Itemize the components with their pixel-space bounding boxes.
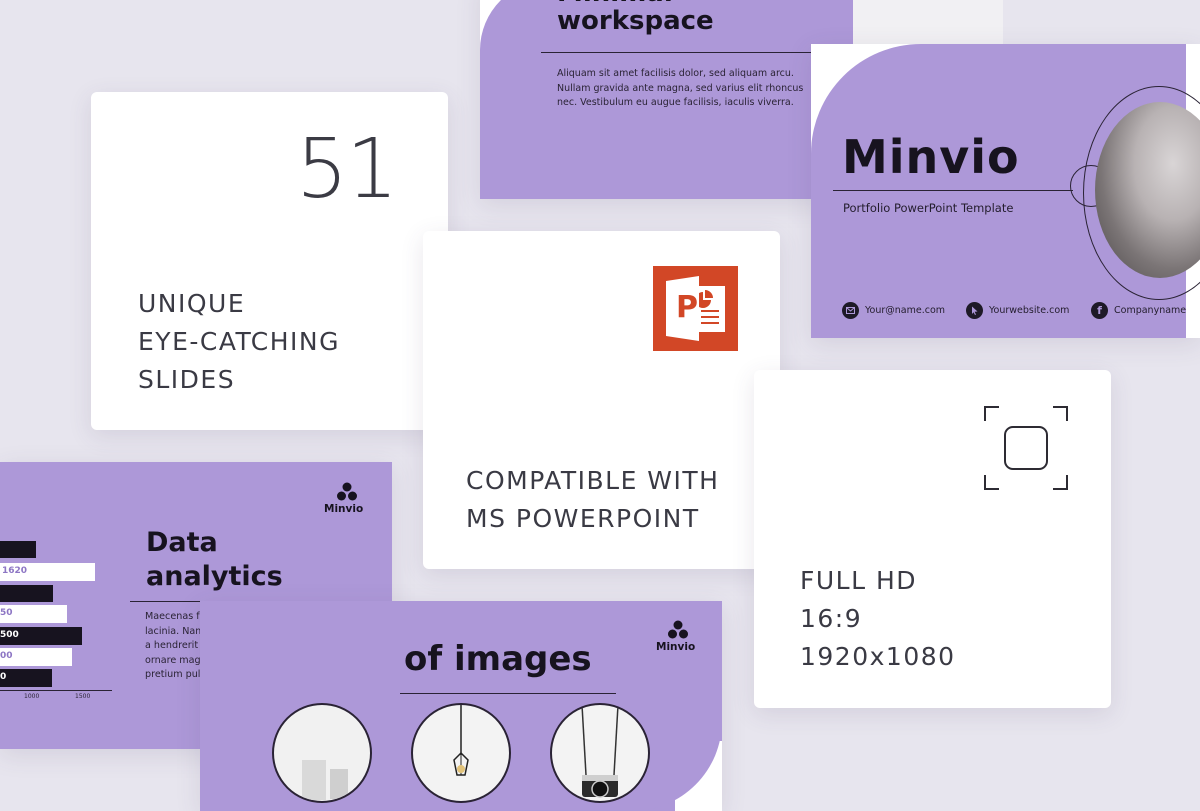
cover-divider (833, 190, 1073, 191)
workspace-divider (541, 52, 853, 53)
images-title: of images (404, 639, 592, 679)
cover-brand: Minvio (842, 130, 1020, 184)
powerpoint-icon-letter: P (676, 290, 698, 325)
letter-blocks-image (330, 769, 348, 799)
bar: 50 (0, 605, 67, 623)
cover-subtitle: Portfolio PowerPoint Template (843, 201, 1014, 215)
image-circle-lamp (411, 703, 511, 803)
slide-count-caption: UNIQUE EYE-CATCHING SLIDES (138, 285, 340, 399)
bar (0, 585, 53, 602)
cover-contact[interactable]: Your@name.com (842, 302, 945, 319)
cover-contact[interactable]: Yourwebsite.com (966, 302, 1069, 319)
caption-line: UNIQUE (138, 289, 246, 318)
workspace-body: Aliquam sit amet facilisis dolor, sed al… (557, 67, 847, 111)
email-icon (842, 302, 859, 319)
facebook-icon: f (1091, 302, 1108, 319)
powerpoint-icon: P (653, 266, 738, 351)
images-slide[interactable]: of images Minvio (200, 601, 722, 811)
images-logo-text: Minvio (656, 641, 696, 653)
bar-label: 1620 (2, 566, 28, 576)
workspace-slide[interactable]: Minimal workspace Aliquam sit amet facil… (480, 0, 853, 199)
workspace-body-line: Aliquam sit amet facilisis dolor, sed al… (557, 68, 794, 79)
workspace-title: workspace (557, 6, 714, 36)
axis-line (0, 690, 112, 691)
slide-count-number: 51 (296, 122, 398, 217)
bar: 1620 (0, 563, 95, 581)
image-circle-letters (272, 703, 372, 803)
analytics-logo-text: Minvio (324, 503, 364, 515)
bar (0, 541, 36, 558)
analytics-title-line: Data (146, 527, 218, 558)
analytics-title: Data analytics (146, 526, 283, 594)
caption-line: COMPATIBLE WITH (466, 466, 720, 495)
caption-line: EYE-CATCHING (138, 327, 341, 356)
letter-blocks-image (302, 760, 326, 800)
bar: 0 (0, 669, 52, 687)
fullscreen-icon (984, 406, 1068, 490)
powerpoint-caption: COMPATIBLE WITH MS POWERPOINT (466, 462, 719, 538)
image-circle-camera (550, 703, 650, 803)
caption-line: FULL HD (800, 566, 918, 595)
analytics-title-line: analytics (146, 561, 283, 592)
caption-line: SLIDES (138, 365, 236, 394)
bar-label: 0 (0, 672, 7, 682)
caption-line: 1920x1080 (800, 642, 956, 671)
powerpoint-compatibility-card: P COMPATIBLE WITH MS POWERPOINT (423, 231, 780, 569)
bar-label: 00 (0, 651, 13, 661)
camera-icon (581, 705, 619, 798)
bar-label: 50 (0, 608, 13, 618)
bar-label: 500 (0, 630, 19, 640)
lamp-icon (453, 705, 469, 776)
minvio-logo-icon (668, 620, 688, 639)
cover-contact[interactable]: f Companyname (1091, 302, 1186, 319)
images-divider (400, 693, 616, 694)
caption-line: MS POWERPOINT (466, 504, 700, 533)
bar: 500 (0, 627, 82, 645)
slide-count-card: 51 UNIQUE EYE-CATCHING SLIDES (91, 92, 448, 430)
bar: 00 (0, 648, 72, 666)
minvio-logo-icon (337, 482, 357, 501)
background-panel (853, 0, 1003, 44)
axis-tick-label: 1500 (75, 693, 91, 700)
contact-label: Companyname (1114, 305, 1187, 316)
workspace-body-line: nec. Vestibulum eu augue facilisis, iacu… (557, 97, 794, 108)
contact-label: Your@name.com (865, 305, 946, 316)
cover-slide[interactable]: Minvio Portfolio PowerPoint Template You… (811, 44, 1200, 338)
resolution-card: FULL HD 16:9 1920x1080 (754, 370, 1111, 708)
resolution-caption: FULL HD 16:9 1920x1080 (800, 562, 956, 676)
contact-label: Yourwebsite.com (989, 305, 1070, 316)
cursor-icon (966, 302, 983, 319)
axis-tick-label: 1000 (24, 693, 40, 700)
caption-line: 16:9 (800, 604, 863, 633)
workspace-body-line: Nullam gravida ante magna, sed varius el… (557, 82, 804, 94)
